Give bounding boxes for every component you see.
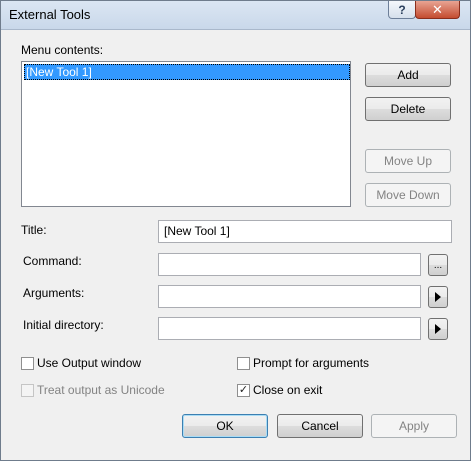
ellipsis-icon: ... — [433, 259, 443, 271]
add-button[interactable]: Add — [365, 63, 451, 87]
title-field[interactable]: [New Tool 1] — [158, 220, 452, 243]
cancel-button[interactable]: Cancel — [277, 414, 363, 438]
title-bar[interactable]: External Tools ? ✕ — [1, 1, 470, 30]
list-item[interactable]: [New Tool 1] — [24, 64, 350, 80]
treat-output-unicode-checkbox[interactable] — [21, 384, 34, 397]
close-icon: ✕ — [432, 1, 443, 17]
arrow-right-icon — [435, 324, 441, 334]
prompt-for-arguments-checkbox[interactable] — [237, 357, 250, 370]
menu-contents-list[interactable]: [New Tool 1] — [21, 61, 351, 207]
window-title: External Tools — [9, 7, 91, 22]
close-button[interactable]: ✕ — [415, 1, 460, 19]
treat-output-unicode-label: Treat output as Unicode — [37, 383, 165, 397]
checkmark-icon: ✓ — [238, 384, 249, 396]
help-icon: ? — [398, 2, 406, 17]
title-label: Title: — [21, 223, 47, 237]
close-on-exit-checkbox[interactable]: ✓ — [237, 384, 250, 397]
arrow-right-icon — [435, 292, 441, 302]
arguments-label: Arguments: — [23, 286, 85, 300]
initial-directory-label: Initial directory: — [23, 318, 104, 332]
close-on-exit-label: Close on exit — [253, 383, 323, 397]
browse-command-button[interactable]: ... — [428, 254, 448, 276]
move-down-button[interactable]: Move Down — [365, 183, 451, 207]
initial-directory-menu-button[interactable] — [428, 318, 448, 340]
move-up-button[interactable]: Move Up — [365, 149, 451, 173]
menu-contents-label: Menu contents: — [21, 43, 104, 57]
arguments-field[interactable] — [158, 285, 421, 308]
command-field[interactable] — [158, 253, 421, 276]
prompt-for-arguments-label: Prompt for arguments — [253, 356, 370, 370]
help-button[interactable]: ? — [388, 1, 416, 19]
delete-button[interactable]: Delete — [365, 97, 451, 121]
ok-button[interactable]: OK — [182, 414, 268, 438]
arguments-menu-button[interactable] — [428, 286, 448, 308]
initial-directory-field[interactable] — [158, 317, 421, 340]
apply-button[interactable]: Apply — [371, 414, 457, 438]
external-tools-dialog: External Tools ? ✕ Menu contents: [New T… — [0, 0, 471, 461]
use-output-window-label: Use Output window — [37, 356, 142, 370]
use-output-window-checkbox[interactable] — [21, 357, 34, 370]
command-label: Command: — [23, 254, 82, 268]
